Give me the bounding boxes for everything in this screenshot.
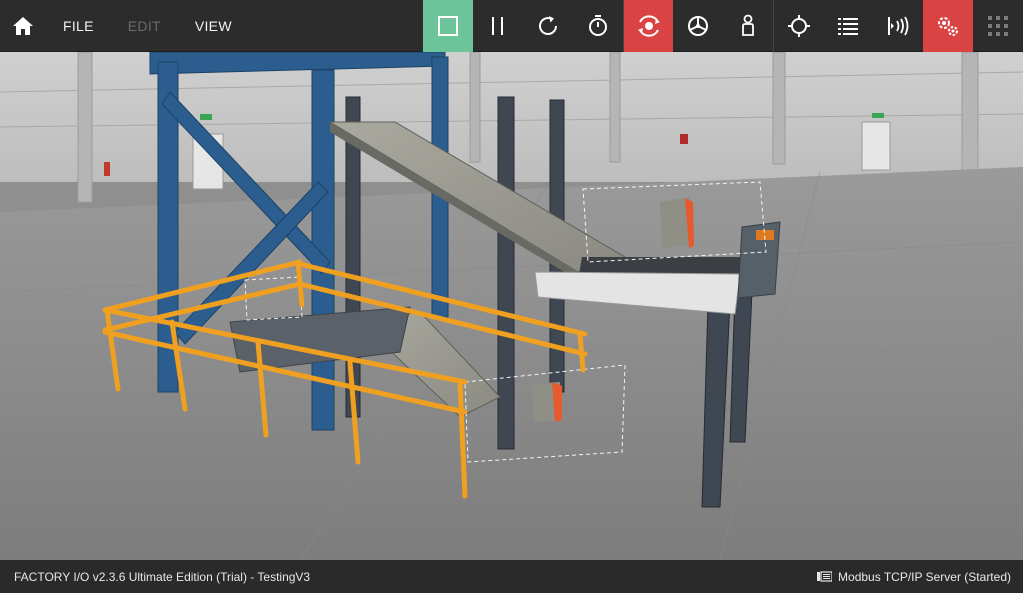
parcel-lower xyxy=(532,382,562,422)
drivers-button[interactable] xyxy=(923,0,973,52)
factory-scene xyxy=(0,52,1023,560)
menu-view[interactable]: VIEW xyxy=(178,0,249,51)
stopwatch-button[interactable] xyxy=(573,0,623,52)
menu-file[interactable]: FILE xyxy=(46,0,111,51)
home-icon xyxy=(13,16,33,35)
sensor-button[interactable] xyxy=(873,0,923,52)
grid-button[interactable] xyxy=(973,0,1023,52)
edit-mode-icon xyxy=(438,16,458,36)
target-icon xyxy=(787,15,810,37)
pause-icon xyxy=(492,17,503,35)
top-toolbar: FILE EDIT VIEW xyxy=(0,0,1023,52)
server-icon xyxy=(817,571,833,582)
stopwatch-icon xyxy=(589,15,607,36)
camera-first-person-button[interactable] xyxy=(723,0,773,52)
reset-icon xyxy=(539,16,557,35)
tag-list-icon xyxy=(838,18,858,35)
reset-button[interactable] xyxy=(523,0,573,52)
pause-button[interactable] xyxy=(473,0,523,52)
camera-orbit-icon xyxy=(637,15,660,37)
fire-extinguisher xyxy=(104,162,110,176)
server-status-label: Modbus TCP/IP Server (Started) xyxy=(838,569,1011,584)
camera-orbit-button[interactable] xyxy=(623,0,673,52)
home-button[interactable] xyxy=(0,0,46,51)
camera-first-person-icon xyxy=(742,14,754,36)
fire-alarm xyxy=(680,134,688,144)
menu-edit: EDIT xyxy=(127,17,161,34)
sensor-icon xyxy=(888,16,909,36)
door-right xyxy=(861,113,891,171)
camera-fly-button[interactable] xyxy=(673,0,723,52)
server-status[interactable]: Modbus TCP/IP Server (Started) xyxy=(817,570,1011,584)
drivers-icon xyxy=(938,17,958,36)
camera-fly-icon xyxy=(688,16,708,36)
tag-list-button[interactable] xyxy=(823,0,873,52)
app-version-label: FACTORY I/O v2.3.6 Ultimate Edition (Tri… xyxy=(14,569,311,584)
edit-mode-button[interactable] xyxy=(423,0,473,52)
parcel-upper xyxy=(660,197,694,248)
grid-icon xyxy=(988,16,1008,36)
status-bar: FACTORY I/O v2.3.6 Ultimate Edition (Tri… xyxy=(0,560,1023,593)
scene-viewport[interactable] xyxy=(0,52,1023,560)
target-button[interactable] xyxy=(773,0,823,52)
